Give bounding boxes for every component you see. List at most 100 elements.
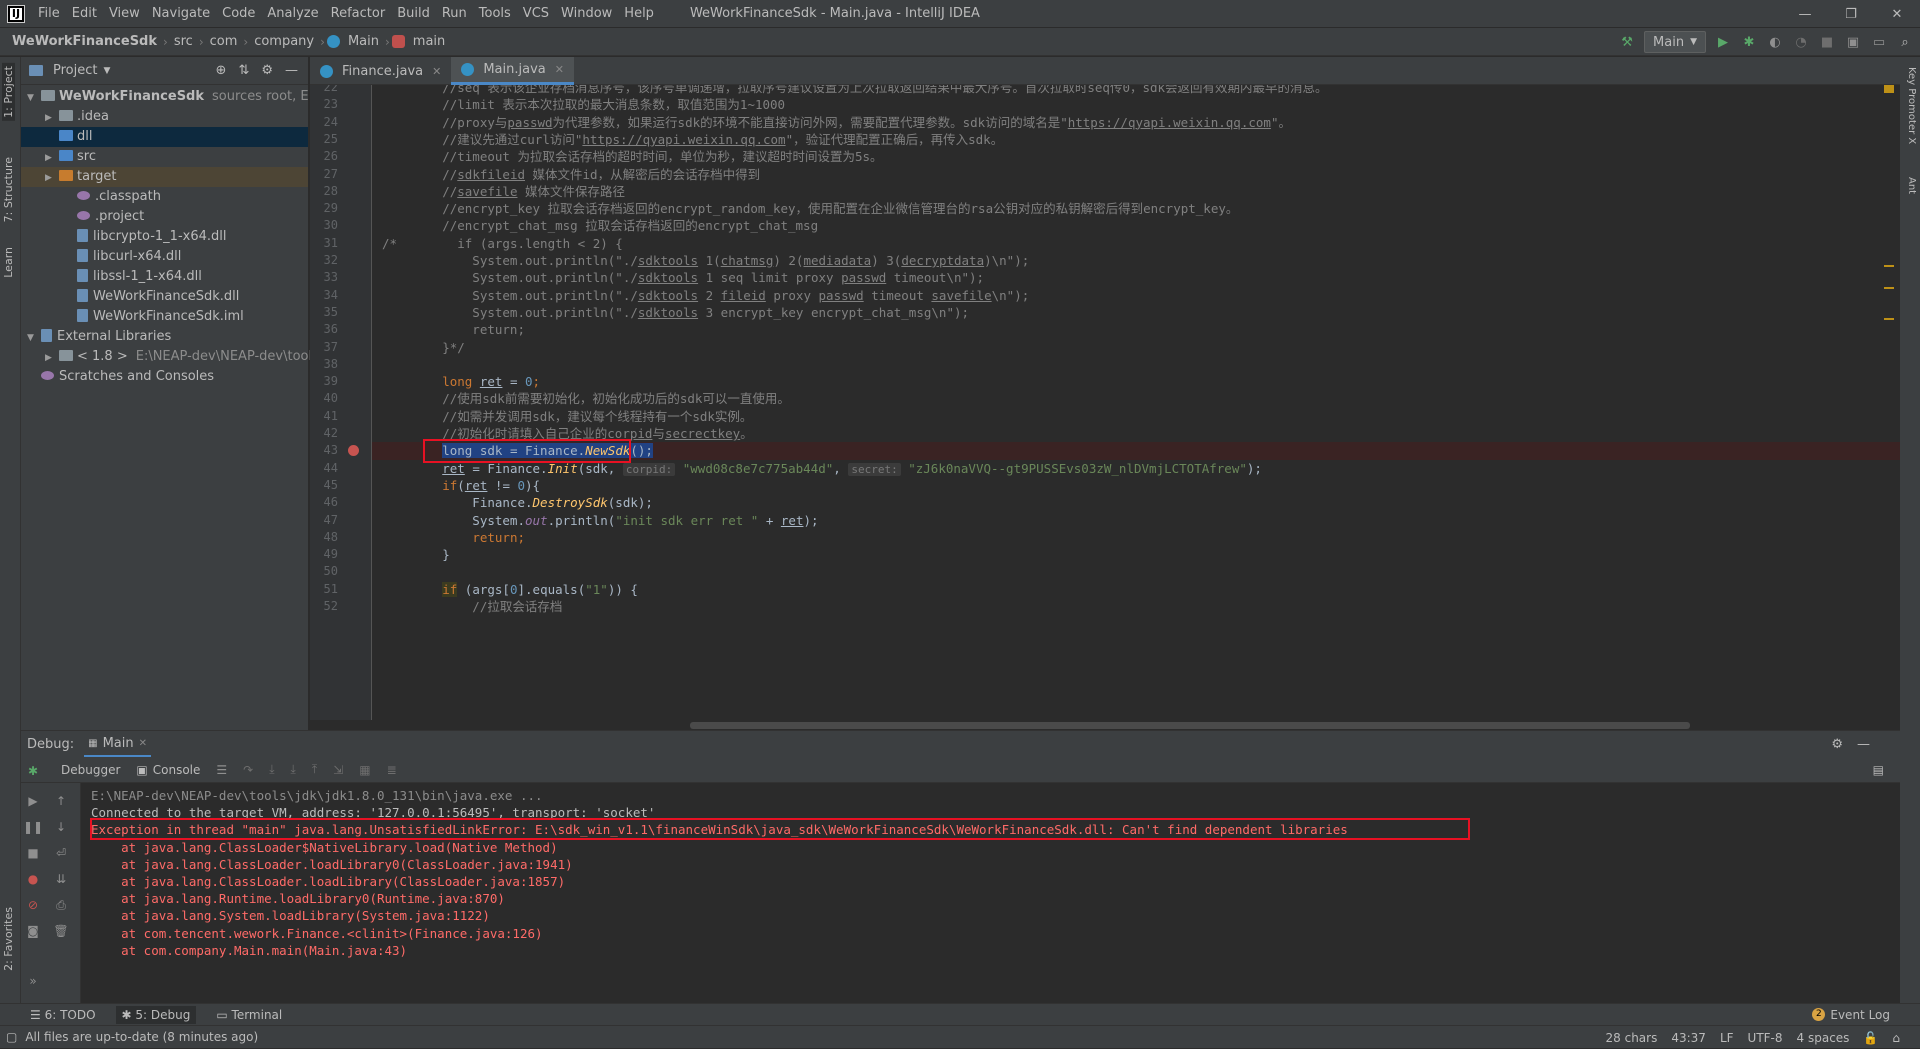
code-line[interactable]: return; (382, 529, 525, 546)
notification-icon[interactable]: ⌂ (1892, 1031, 1900, 1045)
code-line[interactable]: //timeout 为拉取会话存档的超时时间，单位为秒，建议超时时间设置为5s。 (382, 148, 882, 165)
menu-run[interactable]: Run (436, 0, 473, 28)
trash-icon[interactable]: 🗑 (53, 923, 69, 939)
hide-icon[interactable]: — (1857, 737, 1870, 752)
profile-icon[interactable]: ◔ (1792, 33, 1810, 51)
console-line[interactable]: at java.lang.Runtime.loadLibrary0(Runtim… (91, 890, 1871, 907)
tree-item[interactable]: ▶ .idea (21, 107, 308, 127)
code-line[interactable]: //savefile 媒体文件保存路径 (382, 183, 625, 200)
layout-icon[interactable]: ▭ (1870, 33, 1888, 51)
file-encoding[interactable]: UTF-8 (1748, 1031, 1783, 1045)
up-arrow-icon[interactable]: ↑ (53, 793, 69, 809)
coverage-icon[interactable]: ◐ (1766, 33, 1784, 51)
warning-marker[interactable] (1884, 265, 1894, 267)
step-into-icon[interactable]: ⤓ (269, 762, 274, 777)
menu-edit[interactable]: Edit (66, 0, 103, 28)
code-line[interactable]: /* if (args.length < 2) { (382, 235, 623, 252)
tree-item[interactable]: WeWorkFinanceSdk.dll (21, 287, 308, 307)
menu-icon[interactable]: ☰ (216, 763, 227, 777)
print-icon[interactable]: ⎙ (53, 897, 69, 913)
code-line[interactable]: ret = Finance.Init(sdk, corpid: "wwd08c8… (382, 460, 1262, 478)
menu-view[interactable]: View (103, 0, 146, 28)
expand-arrow-icon[interactable]: ▼ (27, 88, 41, 108)
console-output[interactable]: E:\NEAP-dev\NEAP-dev\tools\jdk\jdk1.8.0_… (91, 783, 1871, 1004)
tree-item[interactable]: ▶ target (21, 167, 308, 187)
close-icon[interactable]: ✕ (432, 65, 441, 78)
project-structure-icon[interactable]: ▣ (1844, 33, 1862, 51)
code-line[interactable]: //建议先通过curl访问"https://qyapi.weixin.qq.co… (382, 131, 1003, 148)
code-line[interactable]: //encrypt_chat_msg 拉取会话存档返回的encrypt_chat… (382, 217, 818, 234)
code-line[interactable]: //seq 表示该企业存档消息序号，该序号单调递增，拉取序号建议设置为上次拉取返… (382, 85, 1327, 96)
camera-icon[interactable]: ◙ (25, 923, 41, 939)
console-line[interactable]: at java.lang.System.loadLibrary(System.j… (91, 907, 1871, 924)
step-out-icon[interactable]: ⤒ (312, 762, 317, 777)
code-line[interactable]: } (382, 546, 450, 563)
more-icon[interactable]: » (25, 973, 41, 989)
run-configuration-select[interactable]: Main ▼ (1644, 31, 1706, 53)
event-log-button[interactable]: 2 Event Log (1812, 1008, 1920, 1022)
pause-icon[interactable]: ❚❚ (23, 819, 43, 835)
collapse-icon[interactable]: ⇅ (238, 63, 249, 78)
close-icon[interactable]: ✕ (555, 63, 564, 76)
tree-item[interactable]: ▶ src (21, 147, 308, 167)
tree-item[interactable]: .project (21, 207, 308, 227)
tree-item[interactable]: .classpath (21, 187, 308, 207)
menu-code[interactable]: Code (216, 0, 261, 28)
menu-navigate[interactable]: Navigate (146, 0, 216, 28)
scroll-end-icon[interactable]: ⇊ (53, 871, 69, 887)
code-line[interactable]: return; (382, 321, 525, 338)
gear-icon[interactable]: ⚙ (261, 63, 273, 78)
layout-icon[interactable]: ▤ (1873, 763, 1900, 777)
chevron-down-icon[interactable]: ▼ (103, 66, 110, 76)
tree-item[interactable]: libcurl-x64.dll (21, 247, 308, 267)
line-separator[interactable]: LF (1720, 1031, 1734, 1045)
menu-tools[interactable]: Tools (473, 0, 517, 28)
tree-item[interactable]: WeWorkFinanceSdk.iml (21, 307, 308, 327)
code-line[interactable]: //如需并发调用sdk，建议每个线程持有一个sdk实例。 (382, 408, 752, 425)
debug-session-tab[interactable]: ▦ Main ✕ (84, 732, 152, 757)
tool-tab-learn[interactable]: Learn (2, 247, 15, 278)
stop-icon[interactable]: ■ (25, 845, 41, 861)
menu-window[interactable]: Window (555, 0, 618, 28)
soft-wrap-icon[interactable]: ⏎ (53, 845, 69, 861)
console-line[interactable]: E:\NEAP-dev\NEAP-dev\tools\jdk\jdk1.8.0_… (91, 787, 1871, 804)
caret-position[interactable]: 43:37 (1671, 1031, 1706, 1045)
stop-icon[interactable]: ■ (1818, 33, 1836, 51)
breadcrumb-project[interactable]: WeWorkFinanceSdk (8, 34, 161, 49)
breadcrumb-method[interactable]: main (409, 34, 449, 49)
tab-debugger[interactable]: Debugger (61, 763, 120, 777)
mute-breakpoints-icon[interactable]: ⊘ (25, 897, 41, 913)
tool-tab-key-promoter[interactable]: Key Promoter X (1906, 67, 1917, 144)
code-line[interactable]: }*/ (382, 339, 465, 356)
console-line[interactable]: at java.lang.ClassLoader.loadLibrary(Cla… (91, 873, 1871, 890)
console-line[interactable]: at com.tencent.wework.Finance.<clinit>(F… (91, 925, 1871, 942)
search-icon[interactable]: ⌕ (1896, 33, 1914, 51)
hide-icon[interactable]: — (285, 63, 298, 78)
run-to-cursor-icon[interactable]: ⇲ (333, 763, 343, 777)
debug-icon[interactable]: ✱ (1740, 33, 1758, 51)
tool-tab-todo[interactable]: ☰ 6: TODO (30, 1008, 96, 1022)
code-line[interactable]: //encrypt_key 拉取会话存档返回的encrypt_random_ke… (382, 200, 1238, 217)
tool-tab-structure[interactable]: 7: Structure (2, 157, 15, 222)
code-line[interactable]: long ret = 0; (382, 373, 540, 390)
menu-refactor[interactable]: Refactor (325, 0, 392, 28)
tree-item[interactable]: Scratches and Consoles (21, 367, 308, 387)
code-line[interactable]: //使用sdk前需要初始化，初始化成功后的sdk可以一直使用。 (382, 390, 790, 407)
tree-item[interactable]: libssl-1_1-x64.dll (21, 267, 308, 287)
breadcrumb-class[interactable]: Main (344, 34, 383, 49)
evaluate-icon[interactable]: ▦ (359, 763, 370, 777)
editor-horizontal-scrollbar[interactable] (310, 720, 1900, 730)
tool-tab-terminal[interactable]: ▭ Terminal (216, 1008, 282, 1022)
expand-arrow-icon[interactable]: ▶ (45, 348, 59, 368)
minimize-button[interactable]: — (1782, 0, 1828, 28)
close-icon[interactable]: ✕ (139, 738, 147, 749)
build-hammer-icon[interactable]: ⚒ (1618, 33, 1636, 51)
tab-console[interactable]: ▣ Console (136, 763, 200, 777)
tool-tab-project[interactable]: 1: Project (2, 63, 15, 121)
code-line[interactable]: System.out.println("./sdktools 2 fileid … (382, 287, 1029, 304)
code-line[interactable]: //初始化时请填入自己企业的corpid与secrectkey。 (382, 425, 753, 442)
code-line[interactable]: //proxy与passwd为代理参数，如果运行sdk的环境不能直接访问外网，需… (382, 114, 1291, 131)
tool-tab-favorites[interactable]: 2: Favorites (2, 907, 15, 971)
code-line[interactable]: System.out.println("init sdk err ret " +… (382, 512, 818, 529)
console-line[interactable]: at com.company.Main.main(Main.java:43) (91, 942, 1871, 959)
